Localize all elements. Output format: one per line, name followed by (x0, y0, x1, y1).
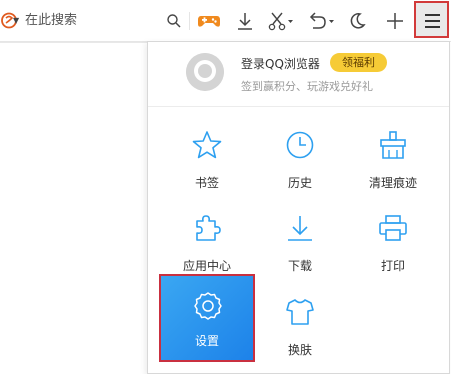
menu-item-app-center[interactable]: 应用中心 (160, 205, 254, 285)
menu-item-skin[interactable]: 换肤 (253, 289, 347, 369)
menu-item-label: 设置 (194, 334, 219, 348)
main-menu-button[interactable] (414, 1, 449, 38)
welfare-badge[interactable]: 领福利 (330, 53, 387, 72)
game-controller-icon[interactable] (197, 11, 221, 31)
menu-item-bookmarks[interactable]: 书签 (160, 122, 254, 202)
main-menu-panel: 登录QQ浏览器 领福利 签到赢积分、玩游戏兑好礼 书签 历史 清理痕迹 应用中心… (147, 41, 450, 374)
clock-icon (286, 131, 314, 159)
avatar[interactable] (186, 53, 224, 91)
toolbar-divider (189, 12, 190, 30)
undo-icon[interactable] (306, 11, 336, 31)
gear-icon (194, 292, 222, 320)
browser-toolbar: ▼ 在此搜索 (0, 0, 451, 42)
tshirt-icon (286, 299, 314, 325)
menu-item-label: 打印 (380, 259, 405, 273)
download-icon (288, 216, 312, 241)
menu-item-history[interactable]: 历史 (253, 122, 347, 202)
puzzle-icon (196, 215, 221, 241)
download-icon[interactable] (236, 11, 254, 31)
chevron-down-icon[interactable]: ▼ (13, 16, 19, 25)
page-divider (0, 42, 147, 43)
page-content-area (0, 42, 147, 374)
login-subtitle: 签到赢积分、玩游戏兑好礼 (241, 80, 373, 93)
hamburger-menu-icon (425, 14, 440, 16)
menu-item-label: 下载 (287, 259, 312, 273)
menu-item-label: 历史 (287, 176, 312, 190)
moon-icon[interactable] (349, 11, 367, 31)
menu-item-label: 应用中心 (182, 259, 231, 273)
menu-item-clear-traces[interactable]: 清理痕迹 (346, 122, 440, 202)
user-login-row[interactable]: 登录QQ浏览器 领福利 签到赢积分、玩游戏兑好礼 (148, 42, 449, 106)
menu-item-label: 清理痕迹 (368, 176, 417, 190)
scissors-icon[interactable] (268, 11, 294, 31)
broom-icon (380, 131, 406, 159)
printer-icon (379, 215, 407, 241)
menu-item-label: 换肤 (287, 343, 312, 357)
search-input[interactable]: 在此搜索 (25, 11, 160, 31)
search-icon[interactable] (166, 13, 182, 29)
plus-icon[interactable] (386, 11, 404, 31)
star-icon (192, 131, 222, 159)
menu-divider (148, 106, 449, 107)
login-link[interactable]: 登录QQ浏览器 (241, 55, 320, 72)
menu-item-label: 书签 (194, 176, 219, 190)
menu-item-download[interactable]: 下载 (253, 205, 347, 285)
menu-item-print[interactable]: 打印 (346, 205, 440, 285)
menu-item-settings[interactable]: 设置 (159, 274, 255, 362)
user-silhouette-icon (186, 53, 224, 91)
